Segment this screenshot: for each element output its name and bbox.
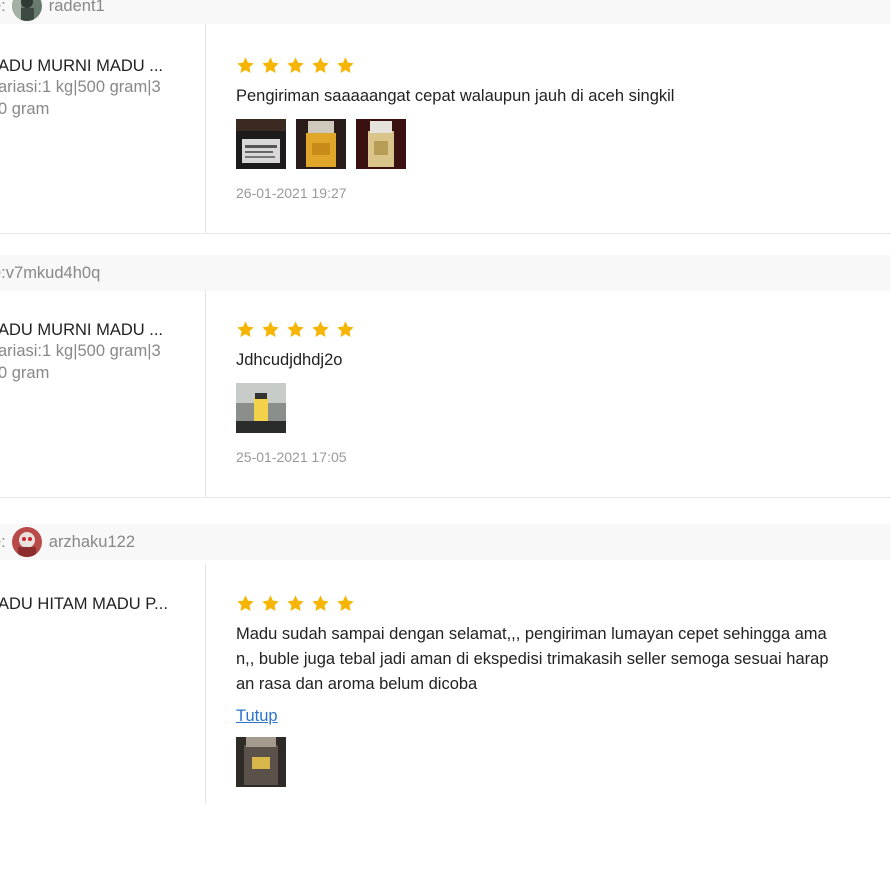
star-icon (311, 594, 330, 613)
review-content: Pengiriman saaaaangat cepat walaupun jau… (236, 56, 876, 201)
buyer-prefix: e: (0, 532, 6, 551)
star-icon (286, 320, 305, 339)
product-variant: ariasi:1 kg|500 gram|3 0 gram (0, 76, 188, 120)
comment-line: an rasa dan aroma belum dicoba (236, 675, 478, 693)
collapse-link[interactable]: Tutup (236, 707, 278, 726)
review-images (236, 383, 876, 433)
review-image-thumb[interactable] (236, 737, 286, 787)
review-image-thumb[interactable] (356, 119, 406, 169)
comment-line: n,, buble juga tebal jadi aman di eksped… (236, 650, 829, 668)
review-image-thumb[interactable] (296, 119, 346, 169)
review-comment: Madu sudah sampai dengan selamat,,, peng… (236, 622, 876, 697)
star-icon (311, 56, 330, 75)
review-date: 26-01-2021 19:27 (236, 185, 347, 201)
rating-stars (236, 594, 876, 614)
star-icon (336, 56, 355, 75)
review-comment: Jdhcudjdhdj2o (236, 351, 343, 369)
star-icon (311, 320, 330, 339)
review-row: ADU MURNI MADU ... ariasi:1 kg|500 gram|… (0, 24, 891, 233)
comment-line: Madu sudah sampai dengan selamat,,, peng… (236, 625, 827, 643)
star-icon (236, 594, 255, 613)
product-name[interactable]: ADU HITAM MADU P... (0, 595, 168, 614)
star-icon (261, 320, 280, 339)
product-info: ADU MURNI MADU ... ariasi:1 kg|500 gram|… (0, 24, 206, 233)
review-images (236, 119, 876, 169)
buyer-bar: e: v7mkud4h0q (0, 255, 891, 291)
review-images (236, 737, 876, 787)
star-icon (286, 594, 305, 613)
buyer-name: radent1 (48, 0, 105, 15)
variant-line: 0 gram (0, 100, 50, 118)
variant-line: 0 gram (0, 364, 50, 382)
review-content: Jdhcudjdhdj2o 25-01-2021 17:05 (236, 320, 876, 465)
product-name[interactable]: ADU MURNI MADU ... (0, 321, 163, 340)
rating-stars (236, 320, 876, 340)
star-icon (236, 56, 255, 75)
buyer-name: v7mkud4h0q (5, 263, 101, 282)
buyer-bar: e: radent1 (0, 0, 891, 24)
buyer-prefix: e: (0, 0, 6, 15)
star-icon (261, 56, 280, 75)
buyer-avatar[interactable] (11, 527, 42, 557)
review-image-thumb[interactable] (236, 383, 286, 433)
review-date: 25-01-2021 17:05 (236, 449, 347, 465)
divider (0, 497, 891, 498)
variant-line: ariasi:1 kg|500 gram|3 (0, 78, 161, 96)
product-name[interactable]: ADU MURNI MADU ... (0, 57, 163, 76)
product-variant: ariasi:1 kg|500 gram|3 0 gram (0, 340, 188, 384)
buyer-bar: e: arzhaku122 (0, 524, 891, 560)
product-info: ADU MURNI MADU ... ariasi:1 kg|500 gram|… (0, 290, 206, 497)
buyer-avatar[interactable] (11, 0, 42, 21)
rating-stars (236, 56, 876, 76)
star-icon (236, 320, 255, 339)
variant-line: ariasi:1 kg|500 gram|3 (0, 342, 161, 360)
review-content: Madu sudah sampai dengan selamat,,, peng… (236, 594, 876, 787)
divider (0, 233, 891, 234)
review-row: ADU MURNI MADU ... ariasi:1 kg|500 gram|… (0, 290, 891, 497)
star-icon (336, 594, 355, 613)
reviews-page: e: radent1 ADU MURNI MADU ... ariasi:1 k… (0, 0, 891, 891)
star-icon (336, 320, 355, 339)
review-row: ADU HITAM MADU P... Madu sudah sampai de… (0, 563, 891, 803)
buyer-name: arzhaku122 (48, 532, 135, 551)
star-icon (286, 56, 305, 75)
star-icon (261, 594, 280, 613)
review-image-thumb[interactable] (236, 119, 286, 169)
review-comment: Pengiriman saaaaangat cepat walaupun jau… (236, 87, 675, 105)
product-info: ADU HITAM MADU P... (0, 563, 206, 803)
